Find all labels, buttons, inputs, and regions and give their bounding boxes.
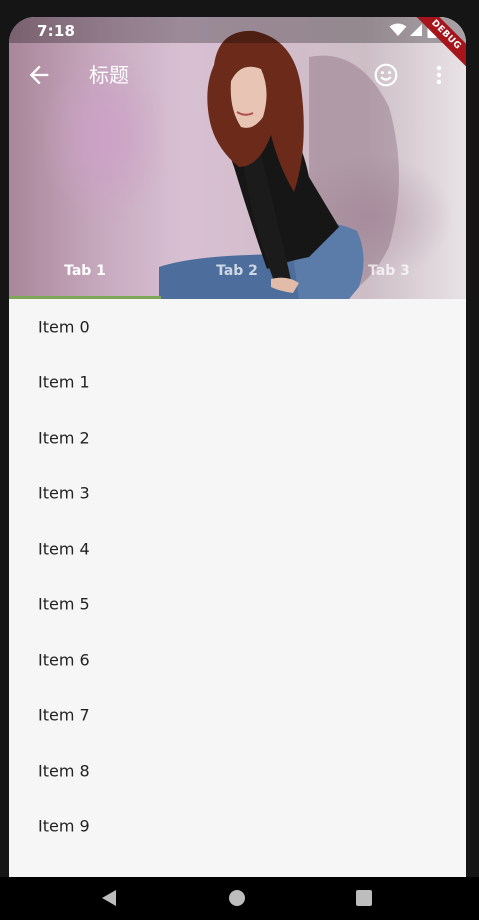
list-item-label: Item 6 (38, 650, 90, 670)
list-item-label: Item 2 (38, 428, 90, 448)
status-bar: 7:18 (9, 17, 466, 43)
status-time: 7:18 (37, 22, 76, 40)
list-item-label: Item 4 (38, 539, 90, 559)
item-list: Item 0 Item 1 Item 2 Item 3 Item 4 Item … (9, 299, 466, 854)
list-item-5[interactable]: Item 5 (9, 577, 466, 633)
list-item-4[interactable]: Item 4 (9, 521, 466, 577)
list-item-label: Item 3 (38, 483, 90, 503)
header-image: 7:18 DEBUG 标题 Tab 1 Tab 2 Tab 3 (9, 17, 466, 299)
list-item-label: Item 0 (38, 317, 90, 337)
list-item-3[interactable]: Item 3 (9, 466, 466, 522)
tab-3[interactable]: Tab 3 (313, 251, 465, 297)
app-bar: 标题 (9, 43, 466, 107)
smiley-icon (374, 63, 398, 87)
system-navigation-bar (0, 877, 479, 920)
list-item-label: Item 8 (38, 761, 90, 781)
more-vert-icon (436, 65, 442, 85)
nav-back-icon[interactable] (100, 889, 118, 907)
list-item-0[interactable]: Item 0 (9, 299, 466, 355)
back-button[interactable] (25, 61, 53, 89)
more-options-button[interactable] (429, 62, 449, 88)
page-title: 标题 (89, 63, 129, 87)
list-item-2[interactable]: Item 2 (9, 410, 466, 466)
list-item-9[interactable]: Item 9 (9, 799, 466, 855)
list-item-7[interactable]: Item 7 (9, 688, 466, 744)
back-arrow-icon (29, 65, 49, 85)
list-item-8[interactable]: Item 8 (9, 743, 466, 799)
face-action-button[interactable] (373, 62, 399, 88)
signal-icon (410, 24, 422, 36)
nav-home-icon[interactable] (228, 889, 246, 907)
tab-1[interactable]: Tab 1 (9, 251, 161, 297)
list-item-label: Item 5 (38, 594, 90, 614)
wifi-icon (389, 23, 407, 36)
list-item-label: Item 7 (38, 705, 90, 725)
tab-bar: Tab 1 Tab 2 Tab 3 (9, 251, 466, 299)
nav-recents-icon[interactable] (355, 889, 373, 907)
list-item-1[interactable]: Item 1 (9, 355, 466, 411)
list-item-label: Item 9 (38, 816, 90, 836)
list-item-6[interactable]: Item 6 (9, 632, 466, 688)
list-item-label: Item 1 (38, 372, 90, 392)
phone-screen: 7:18 DEBUG 标题 Tab 1 Tab 2 Tab 3 Item 0 I… (9, 17, 466, 920)
tab-2[interactable]: Tab 2 (161, 251, 313, 297)
